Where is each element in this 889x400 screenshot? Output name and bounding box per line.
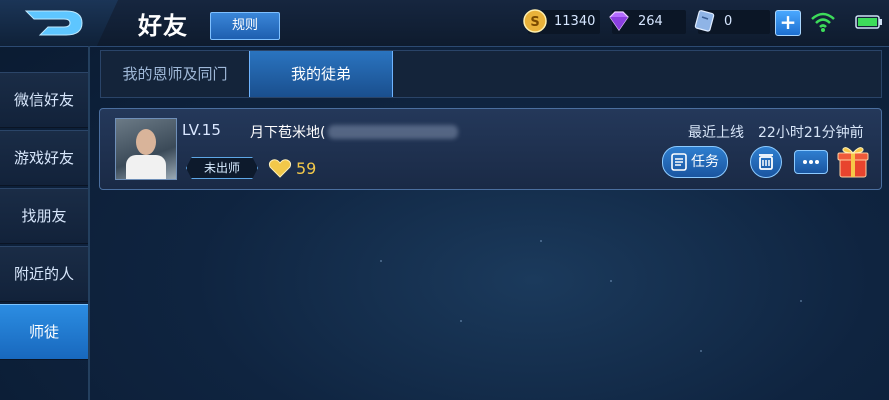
sidebar-item-game-friends[interactable]: 游戏好友 [0, 130, 88, 186]
avatar-body [126, 155, 166, 179]
back-arrow-icon [24, 10, 83, 36]
delete-button[interactable] [750, 146, 782, 178]
diamond-counter: 264 [609, 10, 686, 34]
voucher-counter: 0 [694, 10, 770, 34]
tab-my-mentor[interactable]: 我的恩师及同门 [101, 51, 249, 97]
chat-button[interactable] [794, 150, 828, 174]
avatar-face [136, 129, 156, 155]
tab-bar: 我的恩师及同门 我的徒弟 [100, 50, 882, 98]
sidebar-item-wechat-friends[interactable]: 微信好友 [0, 72, 88, 128]
sidebar-item-find-friends[interactable]: 找朋友 [0, 188, 88, 244]
svg-text:S: S [530, 15, 539, 30]
star-decoration [540, 240, 542, 242]
player-name: 月下苞米地( [250, 125, 326, 141]
gold-coin-icon: S [523, 9, 547, 33]
star-decoration [800, 300, 802, 302]
sidebar-item-nearby[interactable]: 附近的人 [0, 246, 88, 302]
battery-icon [855, 15, 882, 29]
gold-value: 11340 [554, 14, 596, 29]
sidebar-divider [88, 46, 90, 400]
diamond-value: 264 [638, 14, 663, 29]
voucher-value: 0 [724, 14, 733, 29]
add-currency-button[interactable]: + [775, 10, 801, 36]
apprentice-card[interactable]: LV.15 月下苞米地( 未出师 59 最近上线 22小时21分钟前 任务 [99, 108, 882, 190]
star-decoration [610, 280, 612, 282]
sidebar: 微信好友 游戏好友 找朋友 附近的人 师徒 [0, 72, 88, 362]
top-bar: 好友 规则 S 11340 264 0 + [0, 0, 889, 47]
status-badge: 未出师 [186, 157, 258, 179]
heart-icon [268, 159, 292, 178]
gift-icon[interactable] [836, 143, 870, 179]
trash-icon [759, 154, 773, 170]
task-list-icon [671, 153, 687, 171]
gold-counter: S 11340 [523, 9, 600, 34]
star-decoration [460, 320, 462, 322]
intimacy-value: 59 [296, 159, 317, 178]
task-button[interactable]: 任务 [662, 146, 728, 178]
avatar[interactable] [115, 118, 177, 180]
tab-my-apprentices[interactable]: 我的徒弟 [249, 51, 393, 97]
name-redaction [328, 125, 458, 139]
voucher-icon [694, 10, 715, 32]
player-level: LV.15 [182, 121, 221, 139]
diamond-icon [609, 11, 629, 32]
wifi-icon [811, 12, 835, 32]
task-button-label: 任务 [691, 154, 719, 170]
star-decoration [700, 350, 702, 352]
last-online-value: 22小时21分钟前 [758, 125, 864, 141]
last-online-label: 最近上线 [688, 125, 744, 141]
rules-button[interactable]: 规则 [210, 12, 280, 40]
chat-bubble-icon [803, 160, 819, 164]
sidebar-item-mentorship[interactable]: 师徒 [0, 304, 88, 360]
back-button[interactable] [0, 0, 118, 46]
star-decoration [380, 260, 382, 262]
page-title: 好友 [138, 12, 188, 40]
